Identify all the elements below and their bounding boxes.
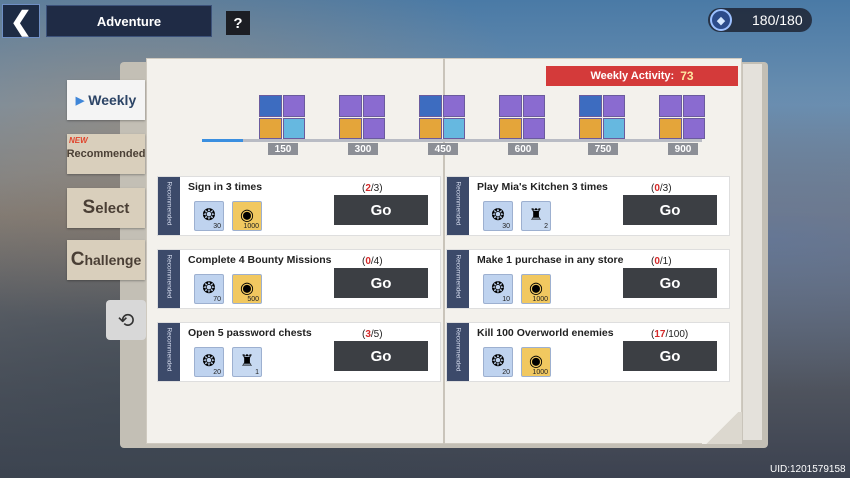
page-title: Adventure xyxy=(46,5,212,37)
go-button[interactable]: Go xyxy=(334,195,428,225)
milestone-reward-750[interactable] xyxy=(579,95,625,139)
stamina-gem-icon: ◆ xyxy=(710,9,732,31)
gem-icon: ❂ xyxy=(202,207,216,224)
mission-card: Recommended Kill 100 Overworld enemies (… xyxy=(446,322,730,382)
help-button[interactable]: ? xyxy=(226,11,250,35)
milestone-reward-150[interactable] xyxy=(259,95,305,139)
tab-weekly-label: Weekly xyxy=(88,92,137,108)
coin-icon: ◉ xyxy=(529,280,543,297)
gem-icon: ❂ xyxy=(202,353,216,370)
tab-weekly[interactable]: ▶ Weekly xyxy=(67,80,145,120)
gem-icon: ❂ xyxy=(491,353,505,370)
chevron-left-icon: ❮ xyxy=(10,5,32,36)
tab-select-initial: S xyxy=(82,197,96,218)
weekly-activity-banner: Weekly Activity: 73 xyxy=(546,66,738,86)
mission-progress: (3/5) xyxy=(362,329,383,340)
mission-card: Recommended Sign in 3 times (2/3) ❂ 30 ◉ 1… xyxy=(157,176,441,236)
reward-coin-item[interactable]: ◉ 500 xyxy=(232,274,262,304)
milestone-label: 300 xyxy=(348,143,378,155)
recommended-strip: Recommended xyxy=(447,323,469,381)
mission-title: Make 1 purchase in any store xyxy=(477,254,624,266)
go-button[interactable]: Go xyxy=(334,268,428,298)
mission-card: Recommended Complete 4 Bounty Missions (… xyxy=(157,249,441,309)
mission-progress: (0/1) xyxy=(651,256,672,267)
gem-icon: ❂ xyxy=(491,207,505,224)
activity-progress-track xyxy=(202,139,702,142)
tab-select[interactable]: Select xyxy=(67,188,145,228)
bottle-icon: ♜ xyxy=(528,207,544,224)
active-arrow-icon: ▶ xyxy=(75,94,85,107)
reward-gem-item[interactable]: ❂ 20 xyxy=(194,347,224,377)
milestone-reward-300[interactable] xyxy=(339,95,385,139)
user-id: UID:1201579158 xyxy=(770,464,846,475)
reward-gem-item[interactable]: ❂ 30 xyxy=(194,201,224,231)
reward-gem-item[interactable]: ❂ 70 xyxy=(194,274,224,304)
recommended-strip: Recommended xyxy=(158,323,180,381)
mission-progress: (17/100) xyxy=(651,329,689,340)
reward-coin-item[interactable]: ◉ 1000 xyxy=(232,201,262,231)
stamina-display: ◆ 180/180 xyxy=(708,8,812,32)
mission-title: Sign in 3 times xyxy=(188,181,263,193)
recommended-strip: Recommended xyxy=(158,177,180,235)
book-edge xyxy=(742,64,762,440)
new-badge: NEW xyxy=(69,136,88,145)
recommended-strip: Recommended xyxy=(447,250,469,308)
reward-gem-item[interactable]: ❂ 10 xyxy=(483,274,513,304)
activity-value: 73 xyxy=(680,69,694,83)
recommended-strip: Recommended xyxy=(158,250,180,308)
tab-challenge-label: hallenge xyxy=(84,252,142,268)
mission-progress: (2/3) xyxy=(362,183,383,194)
bottle-icon: ♜ xyxy=(239,353,255,370)
coin-icon: ◉ xyxy=(529,353,543,370)
stamina-value: 180/180 xyxy=(752,12,803,28)
mission-title: Open 5 password chests xyxy=(188,327,312,339)
reward-bottle-item[interactable]: ♜ 1 xyxy=(232,347,262,377)
tab-select-label: elect xyxy=(95,199,130,217)
gem-icon: ❂ xyxy=(202,280,216,297)
go-button[interactable]: Go xyxy=(334,341,428,371)
milestone-reward-450[interactable] xyxy=(419,95,465,139)
gem-icon: ❂ xyxy=(491,280,505,297)
milestone-label: 450 xyxy=(428,143,458,155)
go-button[interactable]: Go xyxy=(623,195,717,225)
tab-challenge-initial: C xyxy=(70,249,85,270)
reward-gem-item[interactable]: ❂ 20 xyxy=(483,347,513,377)
coin-icon: ◉ xyxy=(240,207,254,224)
reward-coin-item[interactable]: ◉ 1000 xyxy=(521,274,551,304)
tab-challenge[interactable]: Challenge xyxy=(67,240,145,280)
page-corner-peel[interactable] xyxy=(702,412,742,444)
milestone-reward-900[interactable] xyxy=(659,95,705,139)
mission-title: Play Mia's Kitchen 3 times xyxy=(477,181,608,193)
milestone-label: 750 xyxy=(588,143,618,155)
mission-title: Complete 4 Bounty Missions xyxy=(188,254,332,266)
mission-progress: (0/4) xyxy=(362,256,383,267)
tab-recommended-label: Recommended xyxy=(66,148,146,160)
activity-progress-fill xyxy=(202,139,243,142)
mission-progress: (0/3) xyxy=(651,183,672,194)
milestone-label: 900 xyxy=(668,143,698,155)
refresh-swap-icon: ⟲ xyxy=(117,309,135,332)
milestone-label: 150 xyxy=(268,143,298,155)
mission-title: Kill 100 Overworld enemies xyxy=(477,327,614,339)
mission-card: Recommended Open 5 password chests (3/5)… xyxy=(157,322,441,382)
recommended-strip: Recommended xyxy=(447,177,469,235)
go-button[interactable]: Go xyxy=(623,341,717,371)
back-button[interactable]: ❮ xyxy=(2,4,40,38)
milestone-label: 600 xyxy=(508,143,538,155)
milestone-reward-600[interactable] xyxy=(499,95,545,139)
coin-icon: ◉ xyxy=(240,280,254,297)
switch-view-button[interactable]: ⟲ xyxy=(106,300,146,340)
reward-coin-item[interactable]: ◉ 1000 xyxy=(521,347,551,377)
reward-bottle-item[interactable]: ♜ 2 xyxy=(521,201,551,231)
activity-label: Weekly Activity: xyxy=(590,70,675,82)
reward-gem-item[interactable]: ❂ 30 xyxy=(483,201,513,231)
mission-card: Recommended Make 1 purchase in any store… xyxy=(446,249,730,309)
go-button[interactable]: Go xyxy=(623,268,717,298)
mission-card: Recommended Play Mia's Kitchen 3 times (… xyxy=(446,176,730,236)
